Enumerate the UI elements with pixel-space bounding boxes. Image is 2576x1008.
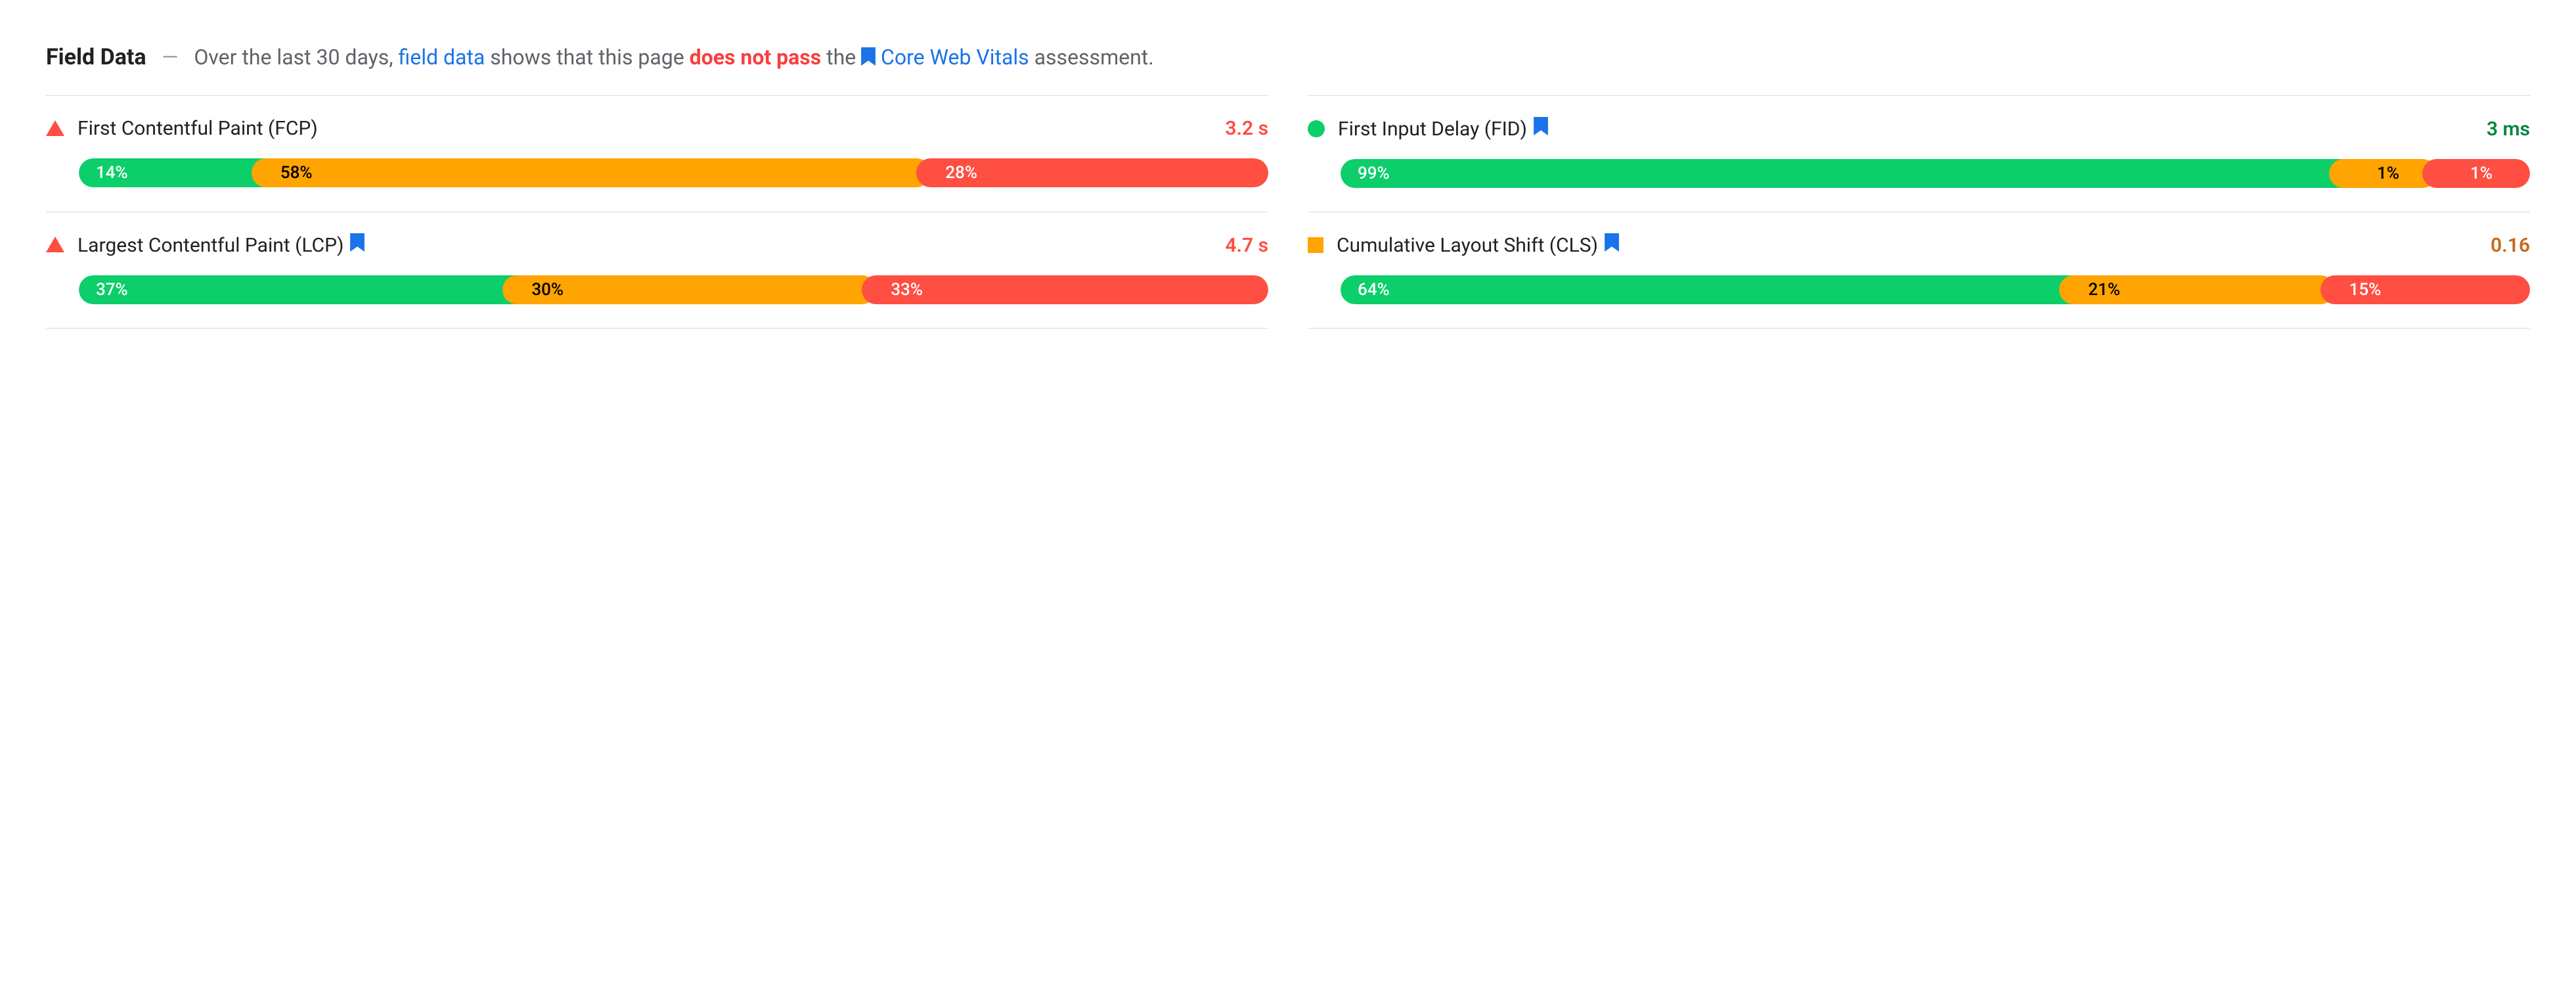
good-pct: 64% [1358, 280, 1390, 300]
avg-pct: 1% [2377, 164, 2399, 183]
metric-name-text: First Input Delay (FID) [1338, 118, 1527, 141]
distribution-bar: 37% 30% 33% [79, 275, 1268, 304]
metric-name: First Contentful Paint (FCP) [78, 117, 1212, 140]
bookmark-icon [350, 233, 365, 257]
good-segment: 99% [1341, 159, 2343, 188]
bookmark-icon [861, 42, 876, 76]
header-dash: — [157, 45, 184, 70]
metric-lcp: Largest Contentful Paint (LCP) 4.7 s 37%… [46, 212, 1268, 329]
header-suffix: the [826, 45, 856, 70]
metric-name-text: First Contentful Paint (FCP) [78, 117, 318, 140]
poor-segment: 33% [862, 275, 1268, 304]
poor-pct: 15% [2349, 280, 2382, 300]
metric-cls: Cumulative Layout Shift (CLS) 0.16 64% 2… [1308, 212, 2530, 329]
metric-header: Largest Contentful Paint (LCP) 4.7 s [46, 233, 1268, 257]
good-status-icon [1308, 120, 1325, 137]
good-segment: 64% [1341, 275, 2074, 304]
metric-value: 3 ms [2487, 118, 2530, 141]
metric-name-text: Largest Contentful Paint (LCP) [78, 234, 344, 257]
core-web-vitals-link[interactable]: Core Web Vitals [881, 45, 1029, 70]
avg-segment: 58% [252, 158, 931, 187]
field-data-header: Field Data — Over the last 30 days, fiel… [46, 39, 2530, 76]
poor-segment: 1% [2422, 159, 2530, 188]
avg-segment: 21% [2059, 275, 2334, 304]
bookmark-icon [1605, 233, 1619, 257]
metric-value: 3.2 s [1225, 117, 1268, 140]
poor-segment: 15% [2321, 275, 2530, 304]
distribution-bar: 14% 58% 28% [79, 158, 1268, 187]
avg-pct: 30% [531, 280, 564, 300]
assessment-status: does not pass [690, 45, 822, 70]
good-segment: 14% [79, 158, 266, 187]
good-pct: 14% [96, 163, 128, 183]
header-title: Field Data [46, 44, 146, 70]
header-mid: shows that this page [490, 45, 684, 70]
poor-pct: 1% [2470, 164, 2493, 183]
metric-name: Cumulative Layout Shift (CLS) [1337, 233, 2477, 257]
metrics-grid: First Contentful Paint (FCP) 3.2 s 14% 5… [46, 95, 2530, 329]
field-data-link[interactable]: field data [399, 45, 485, 70]
good-segment: 37% [79, 275, 517, 304]
header-tail: assessment. [1034, 45, 1154, 70]
bookmark-icon [1534, 117, 1548, 141]
metric-value: 0.16 [2491, 234, 2530, 257]
header-prefix: Over the last 30 days, [194, 45, 393, 70]
metric-name: Largest Contentful Paint (LCP) [78, 233, 1212, 257]
poor-status-icon [46, 120, 64, 136]
metric-header: First Input Delay (FID) 3 ms [1308, 117, 2530, 141]
distribution-bar: 64% 21% 15% [1341, 275, 2530, 304]
distribution-bar: 99% 1% 1% [1341, 159, 2530, 188]
metric-name: First Input Delay (FID) [1338, 117, 2474, 141]
avg-pct: 21% [2088, 280, 2120, 300]
metric-name-text: Cumulative Layout Shift (CLS) [1337, 234, 1598, 257]
avg-pct: 58% [280, 163, 313, 183]
metric-header: First Contentful Paint (FCP) 3.2 s [46, 117, 1268, 140]
good-pct: 37% [96, 280, 128, 300]
avg-segment: 1% [2329, 159, 2437, 188]
poor-pct: 28% [945, 163, 977, 183]
metric-fid: First Input Delay (FID) 3 ms 99% 1% 1% [1308, 95, 2530, 212]
metric-fcp: First Contentful Paint (FCP) 3.2 s 14% 5… [46, 95, 1268, 212]
metric-value: 4.7 s [1225, 234, 1268, 257]
avg-segment: 30% [502, 275, 876, 304]
poor-status-icon [46, 237, 64, 252]
metric-header: Cumulative Layout Shift (CLS) 0.16 [1308, 233, 2530, 257]
good-pct: 99% [1358, 164, 1390, 183]
poor-pct: 33% [891, 280, 923, 300]
poor-segment: 28% [916, 158, 1268, 187]
avg-status-icon [1308, 237, 1323, 253]
